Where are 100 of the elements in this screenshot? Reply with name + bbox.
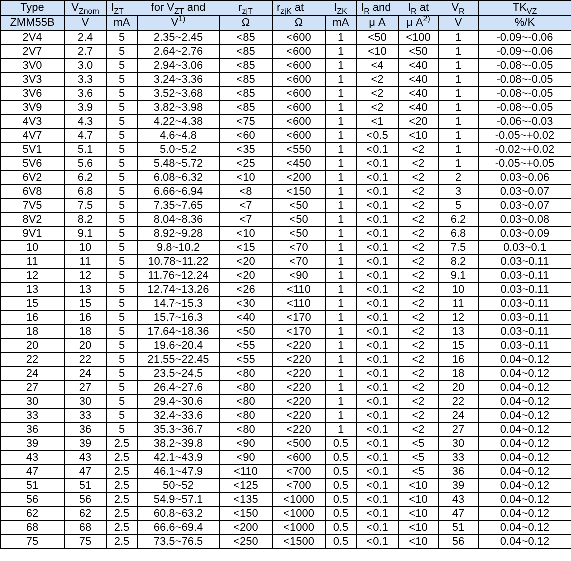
- table-cell: 1: [326, 296, 356, 310]
- table-cell: 3V6: [0, 86, 64, 100]
- table-cell: -0.09~-0.06: [478, 30, 571, 44]
- table-cell: 4.7: [64, 128, 106, 142]
- table-cell: <10: [398, 520, 438, 534]
- table-cell: 1: [326, 352, 356, 366]
- table-cell: 68: [64, 520, 106, 534]
- table-cell: 5: [106, 114, 138, 128]
- table-cell: 1: [438, 114, 478, 128]
- table-cell: -0.08~-0.05: [478, 58, 571, 72]
- table-cell: 0.04~0.12: [478, 380, 571, 394]
- table-cell: 5: [106, 352, 138, 366]
- table-cell: <170: [272, 310, 326, 324]
- table-cell: 26.4~27.6: [138, 380, 220, 394]
- table-cell: 1: [438, 128, 478, 142]
- table-cell: 73.5~76.5: [138, 534, 220, 548]
- table-cell: 5.0~5.2: [138, 142, 220, 156]
- table-cell: 2V7: [0, 44, 64, 58]
- table-cell: 21.55~22.45: [138, 352, 220, 366]
- unit-cell: mA: [326, 16, 356, 30]
- table-cell: <2: [398, 282, 438, 296]
- table-cell: 36: [0, 422, 64, 436]
- table-cell: <2: [398, 268, 438, 282]
- table-cell: 0.04~0.12: [478, 408, 571, 422]
- table-cell: 1: [326, 254, 356, 268]
- table-cell: 5: [106, 212, 138, 226]
- table-cell: <90: [220, 436, 272, 450]
- table-cell: 3V3: [0, 72, 64, 86]
- table-cell: 0.03~0.08: [478, 212, 571, 226]
- table-cell: <7: [220, 198, 272, 212]
- table-cell: <80: [220, 394, 272, 408]
- table-cell: 0.5: [326, 478, 356, 492]
- table-cell: 50~52: [138, 478, 220, 492]
- table-cell: <0.1: [356, 394, 398, 408]
- table-cell: 5.48~5.72: [138, 156, 220, 170]
- table-cell: <90: [272, 268, 326, 282]
- table-cell: 5: [106, 30, 138, 44]
- table-cell: 1: [326, 226, 356, 240]
- table-cell: <0.1: [356, 212, 398, 226]
- table-cell: 5: [106, 142, 138, 156]
- table-cell: <55: [220, 338, 272, 352]
- table-cell: 5: [106, 366, 138, 380]
- table-cell: 4V7: [0, 128, 64, 142]
- table-cell: <8: [220, 184, 272, 198]
- table-cell: 1: [438, 142, 478, 156]
- table-cell: 3.0: [64, 58, 106, 72]
- table-cell: 1: [438, 72, 478, 86]
- table-cell: 8.2: [64, 212, 106, 226]
- table-cell: 2.5: [106, 506, 138, 520]
- table-cell: <200: [220, 520, 272, 534]
- table-cell: 38.2~39.8: [138, 436, 220, 450]
- table-cell: <0.1: [356, 296, 398, 310]
- table-cell: 7.5: [438, 240, 478, 254]
- table-cell: 43: [64, 450, 106, 464]
- table-cell: 43: [0, 450, 64, 464]
- table-cell: 27: [438, 422, 478, 436]
- table-cell: -0.09~-0.06: [478, 44, 571, 58]
- header-cell: TK$_{VZ}$: [478, 0, 571, 16]
- header-cell: Type: [0, 0, 64, 16]
- table-cell: 1: [326, 198, 356, 212]
- table-cell: 12: [64, 268, 106, 282]
- table-cell: <20: [398, 114, 438, 128]
- table-cell: <0.1: [356, 422, 398, 436]
- table-cell: 2.5: [106, 492, 138, 506]
- table-cell: <1000: [272, 492, 326, 506]
- table-cell: 0.5: [326, 534, 356, 548]
- table-cell: 1: [326, 72, 356, 86]
- table-cell: 47: [64, 464, 106, 478]
- table-cell: 33: [0, 408, 64, 422]
- table-cell: 2.7: [64, 44, 106, 58]
- table-cell: 1: [326, 184, 356, 198]
- table-cell: <2: [398, 394, 438, 408]
- table-cell: 22: [64, 352, 106, 366]
- table-cell: 0.04~0.12: [478, 492, 571, 506]
- unit-cell: %/K: [478, 16, 571, 30]
- table-cell: <220: [272, 352, 326, 366]
- table-cell: 5: [106, 394, 138, 408]
- table-cell: <600: [272, 450, 326, 464]
- table-cell: <0.1: [356, 282, 398, 296]
- table-cell: <50: [398, 44, 438, 58]
- header-cell: I$_{R}$ at: [398, 0, 438, 16]
- table-cell: 22: [438, 394, 478, 408]
- table-cell: 5: [106, 226, 138, 240]
- table-cell: 3.9: [64, 100, 106, 114]
- table-cell: 0.04~0.12: [478, 520, 571, 534]
- table-cell: 3V0: [0, 58, 64, 72]
- table-cell: <170: [272, 324, 326, 338]
- table-cell: <0.5: [356, 128, 398, 142]
- table-cell: 1: [438, 86, 478, 100]
- header-cell: I$_{R}$ and: [356, 0, 398, 16]
- table-cell: 1: [438, 30, 478, 44]
- table-cell: 5: [106, 44, 138, 58]
- table-cell: 56: [0, 492, 64, 506]
- table-cell: <600: [272, 128, 326, 142]
- table-cell: -0.08~-0.05: [478, 86, 571, 100]
- table-cell: 1: [326, 86, 356, 100]
- table-cell: 19.6~20.4: [138, 338, 220, 352]
- table-cell: 33: [64, 408, 106, 422]
- table-cell: 1: [326, 310, 356, 324]
- table-cell: 11: [64, 254, 106, 268]
